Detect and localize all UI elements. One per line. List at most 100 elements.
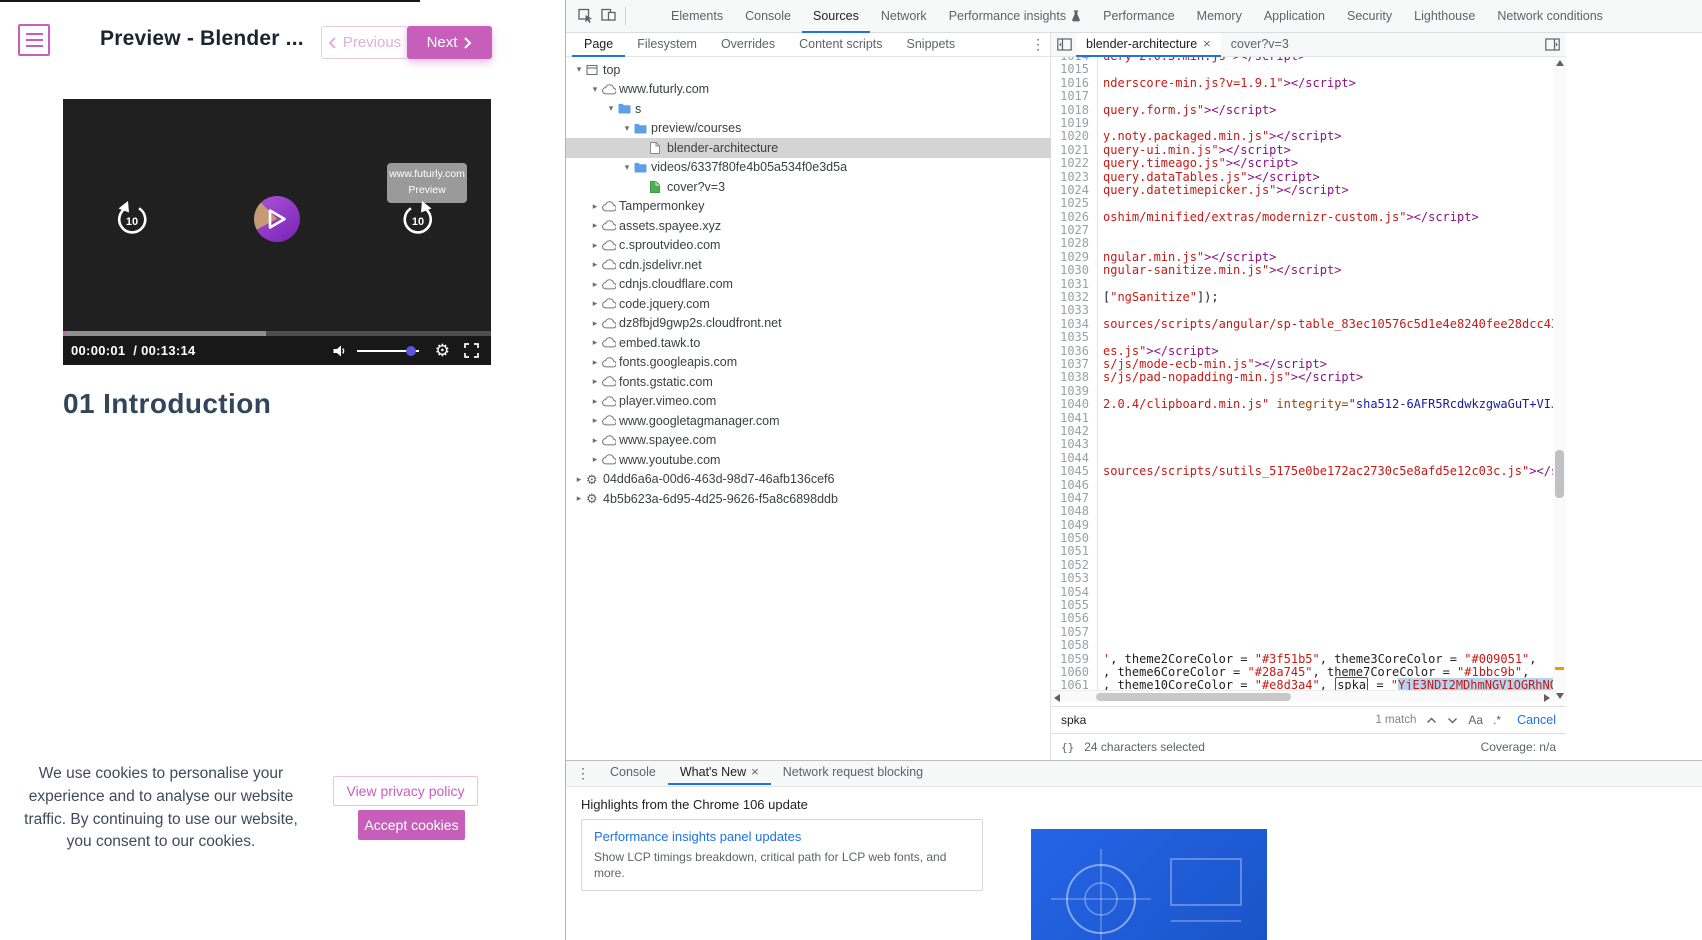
navigator-tab[interactable]: Filesystem xyxy=(625,33,709,55)
devtools-tab[interactable]: Application xyxy=(1253,0,1336,31)
pretty-print-icon[interactable]: {} xyxy=(1061,741,1074,754)
scroll-left-icon[interactable] xyxy=(1054,694,1060,702)
editor-file-tab[interactable]: cover?v=3 xyxy=(1221,33,1299,55)
tree-row[interactable]: ▸ fonts.gstatic.com xyxy=(566,372,1051,392)
chevron-right-icon[interactable]: ▸ xyxy=(588,220,602,231)
previous-button[interactable]: Previous xyxy=(321,26,408,59)
tree-row[interactable]: ▸ player.vimeo.com xyxy=(566,392,1051,412)
tree-row[interactable]: ▸ code.jquery.com xyxy=(566,294,1051,314)
match-case-button[interactable]: Aa xyxy=(1468,713,1483,727)
volume-handle[interactable] xyxy=(405,345,416,356)
tree-row[interactable]: ▾ www.futurly.com xyxy=(566,80,1051,100)
drawer-menu-icon[interactable]: ⋮ xyxy=(576,765,590,782)
devtools-tab[interactable]: Network conditions xyxy=(1486,0,1614,31)
rewind-10-button[interactable]: 10 xyxy=(113,199,151,244)
tree-row[interactable]: ▸ cdnjs.cloudflare.com xyxy=(566,275,1051,295)
line-number[interactable]: 1060 xyxy=(1051,665,1097,679)
chevron-right-icon[interactable]: ▸ xyxy=(572,474,586,485)
scroll-down-icon[interactable] xyxy=(1556,693,1564,699)
line-number[interactable]: 1046 xyxy=(1051,478,1097,492)
editor-file-tab[interactable]: blender-architecture × xyxy=(1076,32,1221,57)
tree-row[interactable]: ▾ videos/6337f80fe4b05a534f0e3d5a xyxy=(566,158,1051,178)
drawer-tab[interactable]: Console xyxy=(598,761,668,783)
devtools-tab[interactable]: Lighthouse xyxy=(1403,0,1486,31)
tree-row[interactable]: ▸ c.sproutvideo.com xyxy=(566,236,1051,256)
line-number[interactable]: 1015 xyxy=(1051,62,1097,76)
line-number[interactable]: 1036 xyxy=(1051,344,1097,358)
line-number[interactable]: 1027 xyxy=(1051,223,1097,237)
line-number[interactable]: 1017 xyxy=(1051,89,1097,103)
devtools-tab[interactable]: Sources xyxy=(801,0,870,33)
view-privacy-policy-button[interactable]: View privacy policy xyxy=(333,776,478,806)
hide-navigator-icon[interactable] xyxy=(1057,38,1072,51)
line-number[interactable]: 1037 xyxy=(1051,357,1097,371)
video-screen[interactable]: www.futurly.com Preview 10 10 xyxy=(63,99,491,331)
line-number[interactable]: 1051 xyxy=(1051,545,1097,559)
tree-row[interactable]: blender-architecture xyxy=(566,138,1051,158)
line-number[interactable]: 1032 xyxy=(1051,290,1097,304)
line-number[interactable]: 1040 xyxy=(1051,397,1097,411)
line-number[interactable]: 1019 xyxy=(1051,116,1097,130)
line-number[interactable]: 1022 xyxy=(1051,156,1097,170)
volume-slider[interactable] xyxy=(356,345,419,356)
line-number[interactable]: 1048 xyxy=(1051,504,1097,518)
tree-row[interactable]: ▸ www.googletagmanager.com xyxy=(566,411,1051,431)
devtools-tab[interactable]: Network xyxy=(870,0,938,31)
line-number[interactable]: 1053 xyxy=(1051,571,1097,585)
next-match-icon[interactable] xyxy=(1447,717,1458,724)
accept-cookies-button[interactable]: Accept cookies xyxy=(358,810,465,840)
chevron-right-icon[interactable]: ▸ xyxy=(588,337,602,348)
line-number[interactable]: 1033 xyxy=(1051,304,1097,318)
line-number[interactable]: 1023 xyxy=(1051,170,1097,184)
volume-icon[interactable] xyxy=(331,344,347,358)
line-number[interactable]: 1056 xyxy=(1051,612,1097,626)
tree-row[interactable]: ▸ cdn.jsdelivr.net xyxy=(566,255,1051,275)
tree-row[interactable]: ▾ top xyxy=(566,60,1051,80)
drawer-tab[interactable]: What's New × xyxy=(667,761,771,785)
whats-new-card-link[interactable]: Performance insights panel updates xyxy=(594,829,970,844)
line-number[interactable]: 1025 xyxy=(1051,196,1097,210)
previous-match-icon[interactable] xyxy=(1426,717,1437,724)
line-number[interactable]: 1026 xyxy=(1051,210,1097,224)
tree-row[interactable]: ▸ ⚙ 4b5b623a-6d95-4d25-9626-f5a8c6898ddb xyxy=(566,489,1051,509)
tree-row[interactable]: ▸ www.youtube.com xyxy=(566,450,1051,470)
devtools-tab[interactable]: Console xyxy=(734,0,802,31)
close-icon[interactable]: × xyxy=(1203,37,1211,50)
play-button[interactable] xyxy=(254,196,300,242)
video-player[interactable]: www.futurly.com Preview 10 10 00:00:01 /… xyxy=(63,99,491,365)
close-icon[interactable]: × xyxy=(751,765,759,778)
line-number[interactable]: 1058 xyxy=(1051,638,1097,652)
line-number[interactable]: 1049 xyxy=(1051,518,1097,532)
line-number[interactable]: 1047 xyxy=(1051,491,1097,505)
more-options-icon[interactable]: ⋮ xyxy=(1031,36,1045,53)
line-number[interactable]: 1043 xyxy=(1051,437,1097,451)
line-number[interactable]: 1034 xyxy=(1051,317,1097,331)
line-number[interactable]: 1029 xyxy=(1051,250,1097,264)
chevron-right-icon[interactable]: ▸ xyxy=(588,454,602,465)
regex-button[interactable]: .* xyxy=(1493,713,1501,727)
chevron-right-icon[interactable]: ▸ xyxy=(588,396,602,407)
line-number[interactable]: 1035 xyxy=(1051,330,1097,344)
forward-10-button[interactable]: 10 xyxy=(399,199,437,244)
line-number[interactable]: 1020 xyxy=(1051,129,1097,143)
line-number[interactable]: 1016 xyxy=(1051,76,1097,90)
line-number[interactable]: 1018 xyxy=(1051,103,1097,117)
tree-row[interactable]: cover?v=3 xyxy=(566,177,1051,197)
horizontal-scrollbar[interactable] xyxy=(1051,690,1553,702)
line-number[interactable]: 1044 xyxy=(1051,451,1097,465)
tree-row[interactable]: ▸ ⚙ 04dd6a6a-00d6-463d-98d7-46afb136cef6 xyxy=(566,470,1051,490)
devtools-tab[interactable]: Memory xyxy=(1186,0,1253,31)
devtools-tab[interactable]: Security xyxy=(1336,0,1403,31)
devtools-tab[interactable]: Elements xyxy=(660,0,734,31)
chevron-down-icon[interactable]: ▾ xyxy=(620,123,634,134)
line-number[interactable]: 1050 xyxy=(1051,531,1097,545)
horizontal-scroll-thumb[interactable] xyxy=(1096,693,1291,701)
navigator-tab[interactable]: Overrides xyxy=(709,33,787,55)
chevron-right-icon[interactable]: ▸ xyxy=(572,493,586,504)
fullscreen-icon[interactable] xyxy=(464,343,479,358)
chevron-right-icon[interactable]: ▸ xyxy=(588,259,602,270)
tree-row[interactable]: ▾ preview/courses xyxy=(566,119,1051,139)
vertical-scrollbar[interactable] xyxy=(1553,57,1566,702)
tree-row[interactable]: ▸ embed.tawk.to xyxy=(566,333,1051,353)
search-input[interactable]: spka xyxy=(1061,713,1375,727)
